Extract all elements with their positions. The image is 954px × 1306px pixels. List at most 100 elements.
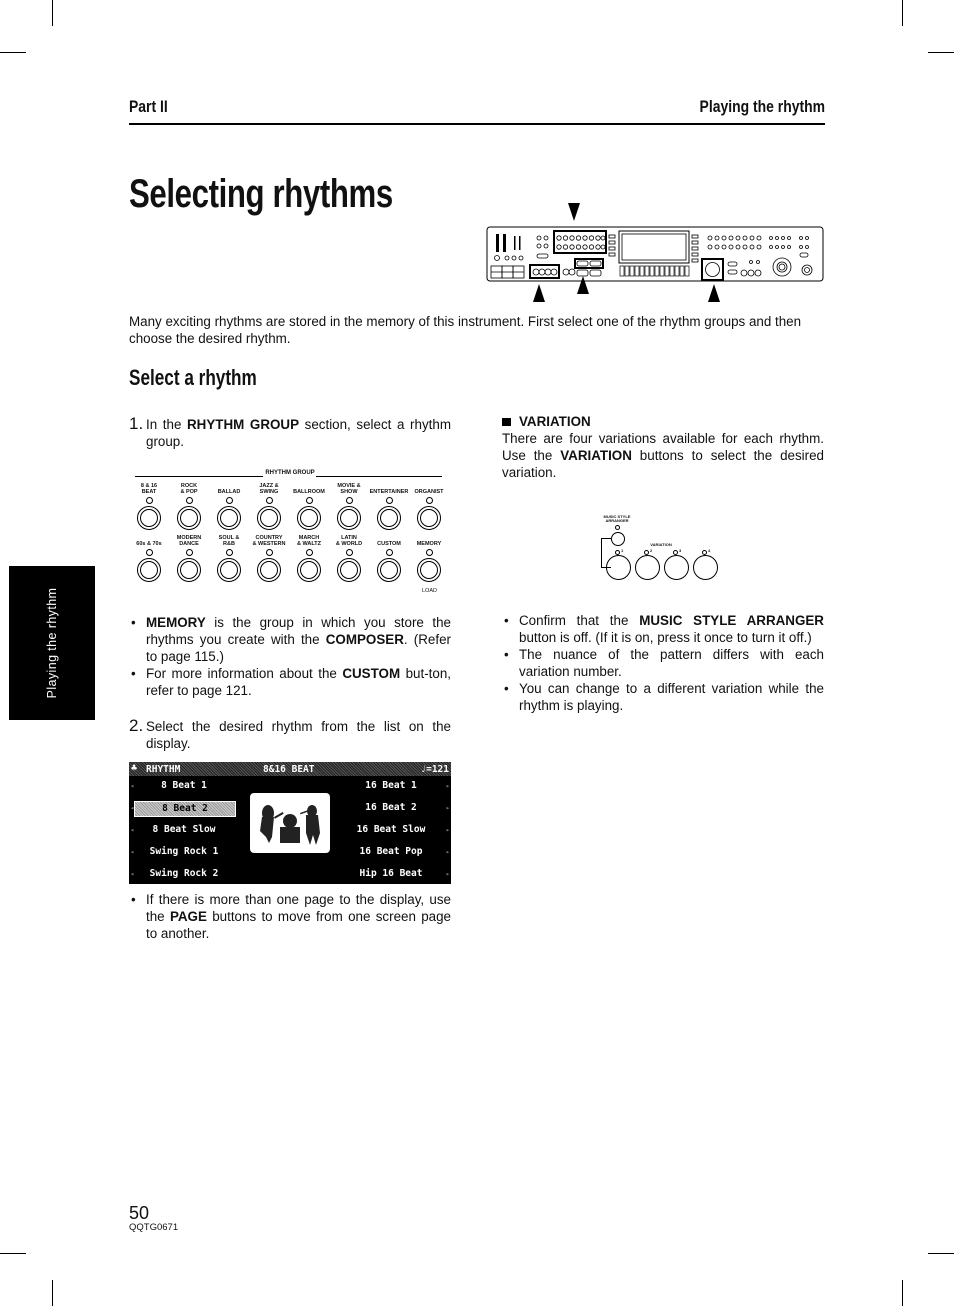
rhythm-group-label: ENTERTAINER <box>369 489 409 495</box>
rhythm-item[interactable]: 16 Beat Slow <box>341 823 441 837</box>
rhythm-item[interactable]: 16 Beat Pop <box>341 845 441 859</box>
rhythm-group-button[interactable]: COUNTRY & WESTERN <box>249 535 289 582</box>
step-number: 1. <box>129 414 144 433</box>
button-knob[interactable] <box>337 558 361 582</box>
button-knob[interactable] <box>137 506 161 530</box>
tempo: ♩=121 <box>420 764 449 775</box>
rhythm-item[interactable]: 16 Beat 2 <box>341 801 441 815</box>
rhythm-group-button[interactable]: MOVIE & SHOW <box>329 483 369 530</box>
button-knob[interactable] <box>377 558 401 582</box>
variation-button[interactable] <box>606 555 631 580</box>
variation-number: 1 <box>621 548 624 553</box>
step-bold: RHYTHM GROUP <box>187 417 300 432</box>
rhythm-group-label: MEMORY <box>416 541 442 547</box>
variation-number: 4 <box>708 548 711 553</box>
rhythm-item[interactable]: 16 Beat 1 <box>341 779 441 793</box>
rhythm-group-label: CUSTOM <box>377 541 401 547</box>
page-right-arrow-icon[interactable]: ▸ <box>446 782 450 790</box>
rhythm-group-button[interactable]: 8 & 16 BEAT <box>129 483 169 530</box>
rhythm-group-label: MARCH & WALTZ <box>296 535 322 547</box>
load-label: LOAD <box>422 588 437 594</box>
button-knob[interactable] <box>377 506 401 530</box>
music-style-arranger-button[interactable] <box>611 532 625 546</box>
left-column: 1. In the RHYTHM GROUP section, select a… <box>129 414 451 450</box>
led-indicator <box>225 497 233 504</box>
note-text: The nuance of the pattern differs with e… <box>519 647 824 679</box>
button-knob[interactable] <box>257 558 281 582</box>
variation-button[interactable] <box>635 555 660 580</box>
note-nuance: The nuance of the pattern differs with e… <box>502 646 824 680</box>
button-knob[interactable] <box>417 506 441 530</box>
rhythm-group-button[interactable]: BALLROOM <box>289 483 329 530</box>
rhythm-item[interactable]: Swing Rock 2 <box>134 867 234 881</box>
rhythm-group-button[interactable]: ENTERTAINER <box>369 483 409 530</box>
led-indicator <box>425 497 433 504</box>
button-knob[interactable] <box>217 558 241 582</box>
side-tab: Playing the rhythm <box>9 566 95 720</box>
rhythm-group-label: MODERN DANCE <box>176 535 202 547</box>
crop-mark <box>928 1253 954 1254</box>
page-right-arrow-icon[interactable]: ▸ <box>446 870 450 878</box>
step-1: 1. In the RHYTHM GROUP section, select a… <box>129 414 451 450</box>
rhythm-group-button[interactable]: CUSTOM <box>369 535 409 582</box>
crop-mark <box>902 0 903 26</box>
button-knob[interactable] <box>417 558 441 582</box>
rhythm-item[interactable]: 8 Beat Slow <box>134 823 234 837</box>
rhythm-group-label: BALLAD <box>217 489 241 495</box>
page-right-arrow-icon[interactable]: ▸ <box>446 804 450 812</box>
rhythm-group-button[interactable]: MARCH & WALTZ <box>289 535 329 582</box>
variation-description: There are four variations available for … <box>502 430 824 481</box>
doc-code: QQTG0671 <box>129 1222 179 1233</box>
rhythm-item[interactable]: 8 Beat 2 <box>134 801 236 817</box>
variation-button[interactable] <box>693 555 718 580</box>
rhythm-group-button[interactable]: LATIN & WORLD <box>329 535 369 582</box>
rhythm-group-button[interactable]: SOUL & R&B <box>209 535 249 582</box>
note-text: You can change to a different variation … <box>519 681 824 713</box>
bold-term: PAGE <box>169 909 207 924</box>
rhythm-group-button[interactable]: MODERN DANCE <box>169 535 209 582</box>
led-indicator <box>225 549 233 556</box>
section-heading: Select a rhythm <box>129 365 257 390</box>
button-knob[interactable] <box>137 558 161 582</box>
rhythm-group-label: 60s & 70s <box>136 541 162 547</box>
keyboard-panel-diagram <box>486 226 824 282</box>
led-indicator <box>385 497 393 504</box>
page-number: 50 <box>129 1203 150 1223</box>
crop-mark <box>0 1253 26 1254</box>
rhythm-group-button[interactable]: JAZZ & SWING <box>249 483 289 530</box>
page-right-arrow-icon[interactable]: ▸ <box>446 826 450 834</box>
rhythm-group-button[interactable]: MEMORY <box>409 535 449 582</box>
rhythm-group-label: 8 & 16 BEAT <box>140 483 158 495</box>
button-knob[interactable] <box>217 506 241 530</box>
rhythm-group-label: SOUL & R&B <box>218 535 240 547</box>
header-rule <box>129 123 825 125</box>
button-knob[interactable] <box>297 506 321 530</box>
rhythm-group-label: ORGANIST <box>414 489 444 495</box>
left-notes-2: If there is more than one page to the di… <box>129 891 451 942</box>
crop-mark <box>928 52 954 53</box>
rhythm-group-panel: RHYTHM GROUP 8 & 16 BEAT ROCK & POP BALLAD… <box>130 470 450 595</box>
rhythm-item[interactable]: 8 Beat 1 <box>134 779 234 793</box>
rhythm-icon: ♣ <box>131 763 138 774</box>
page-right-arrow-icon[interactable]: ▸ <box>446 848 450 856</box>
led-indicator <box>145 549 153 556</box>
button-knob[interactable] <box>257 506 281 530</box>
rhythm-item[interactable]: Hip 16 Beat <box>341 867 441 881</box>
variation-button[interactable] <box>664 555 689 580</box>
led-indicator <box>425 549 433 556</box>
button-knob[interactable] <box>297 558 321 582</box>
rhythm-group-button[interactable]: ROCK & POP <box>169 483 209 530</box>
bold-term: COMPOSER <box>325 632 404 647</box>
display-group: 8&16 BEAT <box>263 764 315 775</box>
button-knob[interactable] <box>177 558 201 582</box>
rhythm-group-label: LATIN & WORLD <box>335 535 363 547</box>
button-knob[interactable] <box>337 506 361 530</box>
crop-mark <box>52 1280 53 1306</box>
rhythm-group-button[interactable]: 60s & 70s <box>129 535 169 582</box>
rhythm-group-button[interactable]: ORGANIST <box>409 483 449 530</box>
rhythm-group-button[interactable]: BALLAD <box>209 483 249 530</box>
right-column: VARIATION There are four variations avai… <box>502 413 824 481</box>
display-mode: RHYTHM <box>146 764 181 775</box>
button-knob[interactable] <box>177 506 201 530</box>
rhythm-item[interactable]: Swing Rock 1 <box>134 845 234 859</box>
